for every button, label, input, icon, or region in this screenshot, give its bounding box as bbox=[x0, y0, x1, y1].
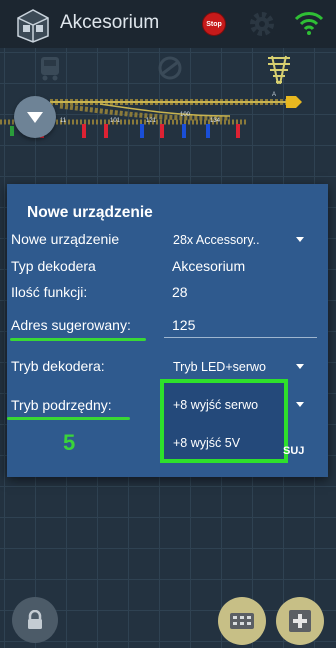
collapse-button[interactable] bbox=[14, 96, 56, 138]
chevron-down-icon[interactable] bbox=[296, 364, 304, 369]
keyboard-icon bbox=[230, 613, 254, 629]
decoder-mode-select[interactable]: Tryb LED+serwo bbox=[173, 360, 266, 374]
add-device-button[interactable] bbox=[276, 597, 324, 645]
dialog-title: Nowe urządzenie bbox=[27, 204, 153, 221]
address-label: Adres sugerowany: bbox=[11, 317, 131, 333]
app-title: Akcesorium bbox=[60, 12, 160, 33]
address-label: 134 bbox=[210, 118, 221, 124]
address-label: 100 bbox=[180, 112, 191, 118]
track-marker-label: A bbox=[272, 92, 276, 98]
lock-icon bbox=[28, 610, 42, 629]
accessory-panel-button[interactable] bbox=[218, 597, 266, 645]
mode-toolbar bbox=[0, 50, 336, 86]
track-edit-icon[interactable] bbox=[264, 54, 294, 84]
functions-value: 28 bbox=[172, 284, 188, 300]
address-input[interactable]: 125 bbox=[172, 317, 195, 333]
sub-mode-select[interactable]: +8 wyjść serwo bbox=[173, 398, 258, 412]
new-device-label: Nowe urządzenie bbox=[11, 231, 120, 247]
highlight-underline bbox=[7, 417, 130, 420]
chevron-down-icon bbox=[27, 112, 43, 123]
sub-mode-label: Tryb podrzędny: bbox=[11, 397, 112, 413]
app-logo-icon bbox=[17, 9, 49, 43]
stop-button[interactable]: Stop bbox=[202, 12, 226, 36]
highlight-underline bbox=[10, 338, 146, 341]
dialog-action-button[interactable]: SUJ bbox=[283, 445, 304, 457]
address-label: 121 bbox=[146, 118, 157, 124]
turntable-icon[interactable] bbox=[156, 54, 184, 82]
new-device-dialog: Nowe urządzenie Nowe urządzenie 28x Acce… bbox=[7, 184, 328, 477]
annotation-number: 5 bbox=[63, 430, 76, 455]
address-label: 11 bbox=[60, 118, 67, 124]
decoder-mode-label: Tryb dekodera: bbox=[11, 358, 105, 374]
address-input-underline bbox=[164, 337, 317, 338]
top-bar: Akcesorium Stop bbox=[0, 0, 336, 48]
new-device-select[interactable]: 28x Accessory.. bbox=[173, 233, 260, 247]
decoder-type-label: Typ dekodera bbox=[11, 258, 96, 274]
dropdown-option[interactable]: +8 wyjść 5V bbox=[173, 436, 240, 450]
lock-button[interactable] bbox=[12, 597, 58, 643]
dropdown-popup bbox=[160, 379, 288, 463]
functions-label: Ilość funkcji: bbox=[11, 284, 88, 300]
locomotive-icon[interactable] bbox=[38, 54, 62, 82]
chevron-down-icon[interactable] bbox=[296, 402, 304, 407]
plus-icon bbox=[289, 610, 311, 632]
gear-icon[interactable] bbox=[248, 10, 276, 38]
address-label: 101 bbox=[110, 118, 121, 124]
decoder-type-value: Akcesorium bbox=[172, 258, 246, 274]
chevron-down-icon[interactable] bbox=[296, 237, 304, 242]
wifi-icon[interactable] bbox=[294, 10, 324, 36]
